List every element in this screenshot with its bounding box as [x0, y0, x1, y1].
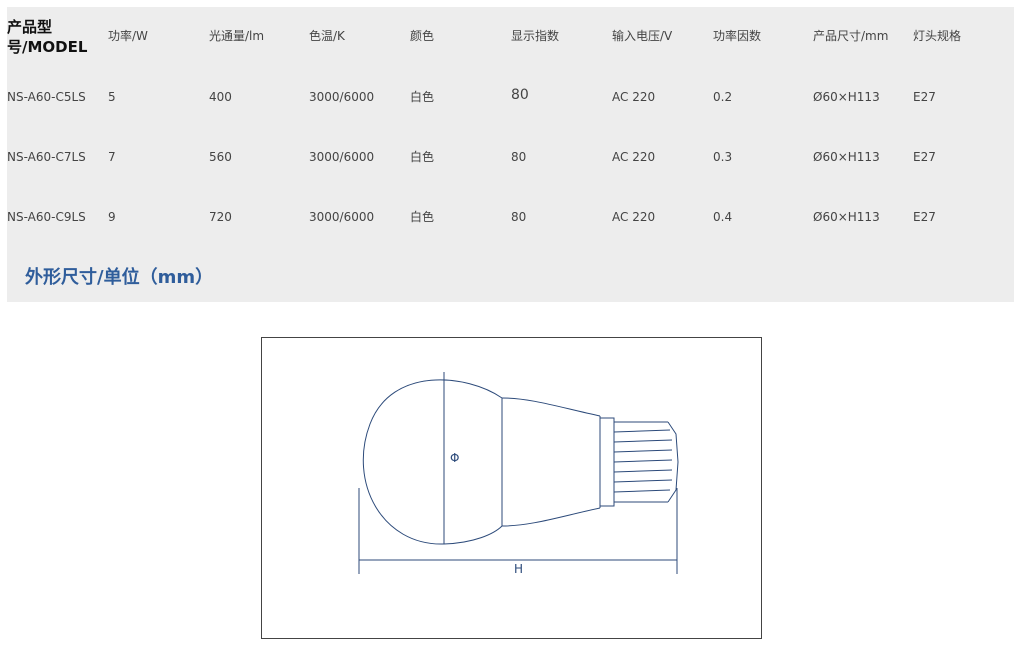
- cell-flux: 560: [209, 150, 232, 164]
- cell-flux: 720: [209, 210, 232, 224]
- header-pf: 功率因数: [713, 29, 762, 43]
- header-color: 颜色: [410, 29, 435, 43]
- cell-cct: 3000/6000: [309, 90, 375, 104]
- header-model: 产品型号/MODEL: [7, 18, 88, 56]
- cell-size: Ø60×H113: [813, 90, 880, 104]
- header-voltage: 输入电压/V: [612, 29, 673, 43]
- cell-color: 白色: [410, 90, 435, 104]
- bulb-globe-outline: [362, 379, 503, 545]
- cell-pf: 0.4: [713, 210, 733, 224]
- cell-power: 7: [108, 150, 116, 164]
- screw-base-outline: [599, 417, 615, 507]
- header-power: 功率/W: [108, 29, 148, 43]
- cell-size: Ø60×H113: [813, 150, 880, 164]
- diameter-label: Φ: [450, 451, 459, 465]
- cell-model: NS-A60-C7LS: [7, 150, 86, 164]
- cell-model: NS-A60-C5LS: [7, 90, 86, 104]
- spec-table: 产品型号/MODEL 功率/W 光通量/lm 色温/K 颜色 显示指数 输入电压…: [7, 7, 1014, 302]
- cell-color: 白色: [410, 150, 435, 164]
- cell-color: 白色: [410, 210, 435, 224]
- cell-base: E27: [913, 150, 936, 164]
- header-flux: 光通量/lm: [209, 29, 265, 43]
- header-base: 灯头规格: [913, 29, 962, 43]
- bulb-outline-drawing: Φ H: [358, 372, 679, 576]
- cell-voltage: AC 220: [612, 150, 656, 164]
- cell-flux: 400: [209, 90, 232, 104]
- cell-pf: 0.2: [713, 90, 733, 104]
- cell-model: NS-A60-C9LS: [7, 210, 86, 224]
- dimensions-title: 外形尺寸/单位（mm）: [25, 267, 214, 288]
- cell-cri: 80: [511, 87, 529, 103]
- cell-voltage: AC 220: [612, 90, 656, 104]
- bulb-dimension-drawing: Φ H: [261, 337, 762, 639]
- cell-cri: 80: [511, 210, 527, 224]
- cell-cct: 3000/6000: [309, 150, 375, 164]
- header-cri: 显示指数: [511, 29, 560, 43]
- bulb-neck-outline: [501, 397, 601, 417]
- cell-power: 9: [108, 210, 116, 224]
- height-label: H: [514, 562, 523, 576]
- cell-base: E27: [913, 210, 936, 224]
- cell-base: E27: [913, 90, 936, 104]
- header-size: 产品尺寸/mm: [813, 29, 889, 43]
- cell-size: Ø60×H113: [813, 210, 880, 224]
- cell-voltage: AC 220: [612, 210, 656, 224]
- screw-threads: [613, 421, 673, 503]
- cell-power: 5: [108, 90, 116, 104]
- cell-pf: 0.3: [713, 150, 733, 164]
- header-cct: 色温/K: [309, 29, 345, 43]
- cell-cct: 3000/6000: [309, 210, 375, 224]
- cell-cri: 80: [511, 150, 527, 164]
